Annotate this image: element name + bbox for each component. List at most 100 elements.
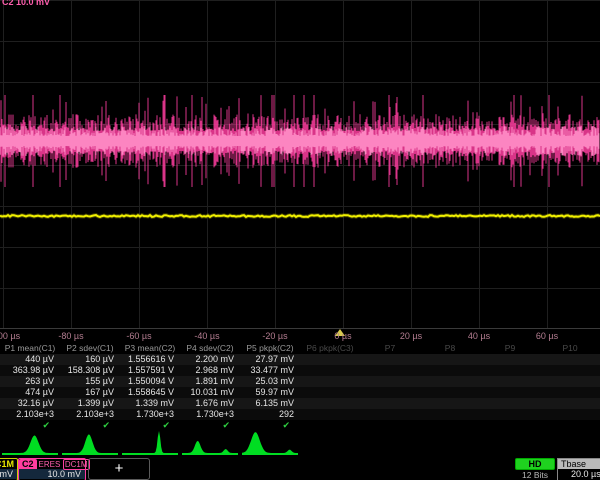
param-header-p4[interactable]: P4 sdev(C2): [180, 343, 240, 354]
param-header-p6[interactable]: P6 pkpk(C3): [300, 343, 360, 354]
histicon-p4[interactable]: [182, 429, 238, 457]
measurement-cell: [480, 354, 540, 365]
timebase-title: Tbase: [558, 459, 600, 469]
time-axis-label: 20 µs: [400, 331, 422, 341]
measurement-cell: [420, 354, 480, 365]
param-header-p10[interactable]: P10: [540, 343, 600, 354]
measurement-cell: 292: [240, 409, 300, 420]
measurement-cell: [480, 387, 540, 398]
measurement-cell: 25.03 mV: [240, 376, 300, 387]
measurement-cell: 2.968 mV: [180, 365, 240, 376]
measurement-cell: 1.557591 V: [120, 365, 180, 376]
measurement-cell: 6.135 mV: [240, 398, 300, 409]
measurement-cell: [540, 398, 600, 409]
waveform-grid[interactable]: C2 10.0 mV: [0, 0, 600, 329]
oscilloscope-screen: C2 10.0 mV -100 µs-80 µs-60 µs-40 µs-20 …: [0, 0, 600, 480]
param-header-p9[interactable]: P9: [480, 343, 540, 354]
time-axis-label: -60 µs: [126, 331, 151, 341]
measurement-cell: [540, 387, 600, 398]
histicon-p3[interactable]: [122, 429, 178, 457]
time-axis-label: 40 µs: [468, 331, 490, 341]
measurement-cell: 33.477 mV: [240, 365, 300, 376]
timebase-descriptor[interactable]: Tbase 20.0 µs: [557, 458, 600, 480]
channel1-vdiv: 10.0 mV: [0, 469, 17, 479]
measurement-cell: [300, 409, 360, 420]
measurement-cell: [300, 387, 360, 398]
measurement-cell: [420, 409, 480, 420]
measurement-cell: [540, 376, 600, 387]
measurement-cell: 363.98 µV: [0, 365, 60, 376]
measurement-cell: [480, 376, 540, 387]
histicon-p2[interactable]: [62, 429, 118, 457]
measurement-cell: [420, 398, 480, 409]
measurement-cell: 155 µV: [60, 376, 120, 387]
measurement-cell: 2.200 mV: [180, 354, 240, 365]
measurement-cell: 1.556616 V: [120, 354, 180, 365]
measurement-cell: [540, 354, 600, 365]
measurement-cell: 1.550094 V: [120, 376, 180, 387]
measurement-cell: [360, 365, 420, 376]
measurement-table: P1 mean(C1)P2 sdev(C1)P3 mean(C2)P4 sdev…: [0, 343, 600, 428]
histicon-p5[interactable]: [242, 429, 298, 457]
measurement-cell: 1.730e+3: [120, 409, 180, 420]
measurement-cell: 263 µV: [0, 376, 60, 387]
measurement-cell: [360, 376, 420, 387]
measurement-cell: 10.031 mV: [180, 387, 240, 398]
add-trace-button[interactable]: +: [88, 458, 150, 480]
measurement-cell: [360, 409, 420, 420]
param-header-p7[interactable]: P7: [360, 343, 420, 354]
param-header-p5[interactable]: P5 pkpk(C2): [240, 343, 300, 354]
measurement-cell: [360, 398, 420, 409]
measurement-cell: 1.891 mV: [180, 376, 240, 387]
measurement-cell: [420, 387, 480, 398]
time-axis-label: -40 µs: [194, 331, 219, 341]
measurement-cell: 1.730e+3: [180, 409, 240, 420]
waveform-plot: [0, 0, 600, 329]
measurement-cell: 474 µV: [0, 387, 60, 398]
channel1-descriptor[interactable]: DC1M 10.0 mV: [0, 458, 18, 480]
param-header-p8[interactable]: P8: [420, 343, 480, 354]
measurement-cell: 1.339 mV: [120, 398, 180, 409]
trace-annotation: C2 10.0 mV: [2, 0, 50, 7]
timebase-value: 20.0 µs: [558, 469, 600, 479]
hd-mode-badge[interactable]: HD: [515, 458, 555, 470]
time-axis-label: 60 µs: [536, 331, 558, 341]
time-axis-label: 0 µs: [334, 331, 351, 341]
measurement-cell: 158.308 µV: [60, 365, 120, 376]
measurement-cell: 2.103e+3: [0, 409, 60, 420]
channel2-vdiv: 10.0 mV: [19, 469, 85, 479]
channel2-descriptor[interactable]: C2ERES DC1M 10.0 mV: [18, 458, 86, 480]
measurement-cell: [300, 365, 360, 376]
hd-indicator: HD 12 Bits: [515, 458, 555, 480]
param-header-p1[interactable]: P1 mean(C1): [0, 343, 60, 354]
measurement-cell: [480, 409, 540, 420]
measurement-cell: [480, 365, 540, 376]
measurement-cell: 440 µV: [0, 354, 60, 365]
measurement-cell: [420, 376, 480, 387]
measurement-cell: [540, 365, 600, 376]
measurement-cell: [300, 398, 360, 409]
measurement-cell: [480, 398, 540, 409]
channel2-tab[interactable]: C2: [19, 459, 37, 469]
measurement-cell: 160 µV: [60, 354, 120, 365]
param-header-p2[interactable]: P2 sdev(C1): [60, 343, 120, 354]
descriptor-bar: DC1M 10.0 mV C2ERES DC1M 10.0 mV + HD 12…: [0, 458, 600, 480]
measurement-cell: [360, 387, 420, 398]
time-axis: -100 µs-80 µs-60 µs-40 µs-20 µs0 µs20 µs…: [0, 329, 600, 343]
time-axis-label: -100 µs: [0, 331, 20, 341]
measurement-cell: 27.97 mV: [240, 354, 300, 365]
measurement-cell: [540, 409, 600, 420]
hd-bits-label: 12 Bits: [515, 470, 555, 480]
measurement-cell: 1.558645 V: [120, 387, 180, 398]
measurement-cell: [300, 354, 360, 365]
measurement-cell: [360, 354, 420, 365]
channel1-coupling: DC1M: [0, 459, 17, 469]
measurement-cell: [300, 376, 360, 387]
measurement-cell: 167 µV: [60, 387, 120, 398]
histicon-row: [0, 428, 600, 458]
measurement-cell: 1.399 µV: [60, 398, 120, 409]
measurement-cell: 59.97 mV: [240, 387, 300, 398]
histicon-p1[interactable]: [2, 429, 58, 457]
measurement-cell: [420, 365, 480, 376]
param-header-p3[interactable]: P3 mean(C2): [120, 343, 180, 354]
